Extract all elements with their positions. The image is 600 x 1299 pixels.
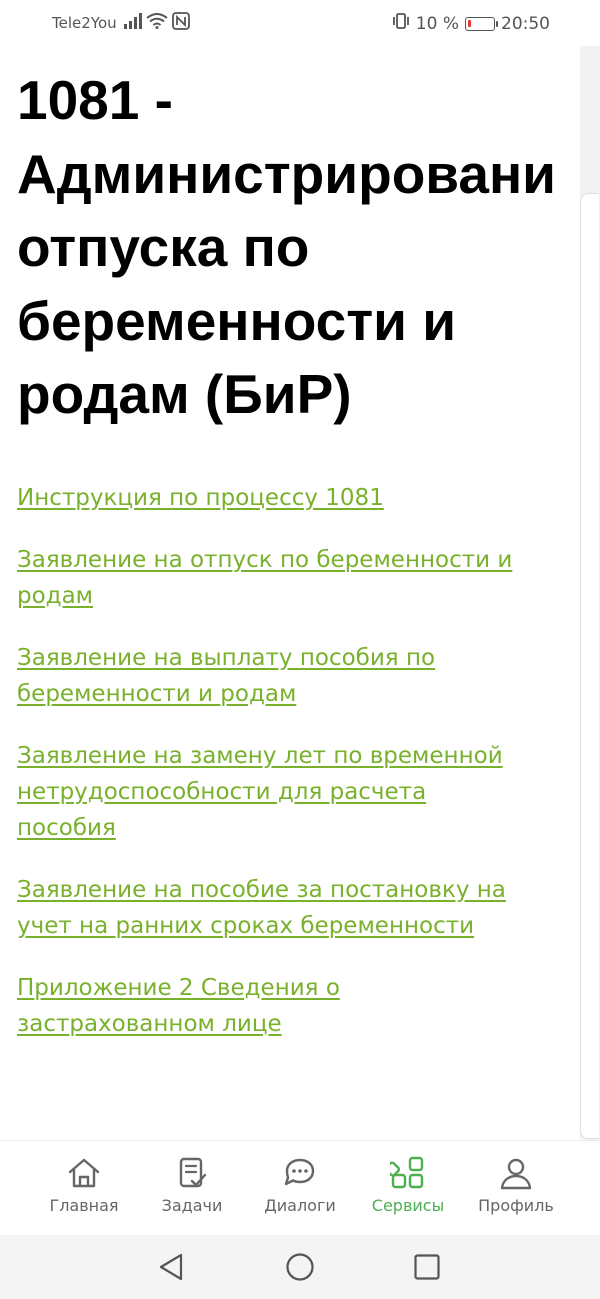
- profile-icon: [498, 1156, 534, 1190]
- battery-icon: [465, 16, 498, 31]
- link-benefit-payment-application[interactable]: Заявление на выплату пособия по беременн…: [17, 640, 567, 712]
- bottom-navigation: Главная Задачи Диалоги Сервисы Профиль: [0, 1140, 600, 1235]
- home-icon: [66, 1156, 102, 1190]
- nav-tasks-label: Задачи: [161, 1196, 223, 1215]
- home-circle-icon[interactable]: [285, 1252, 315, 1286]
- tasks-icon: [174, 1156, 210, 1190]
- status-icons-left: [124, 12, 190, 35]
- link-early-registration-benefit[interactable]: Заявление на пособие за постановку на уч…: [17, 872, 567, 944]
- link-instruction-1081[interactable]: Инструкция по процессу 1081: [17, 480, 567, 516]
- nav-profile[interactable]: Профиль: [466, 1141, 566, 1235]
- system-navigation-bar: [0, 1235, 600, 1299]
- status-bar: Tele2You 10 % 20:50: [0, 0, 600, 46]
- nav-profile-label: Профиль: [478, 1196, 554, 1215]
- battery-percent: 10 %: [415, 13, 459, 34]
- link-leave-application[interactable]: Заявление на отпуск по беременности и ро…: [17, 542, 567, 614]
- nav-dialogs[interactable]: Диалоги: [250, 1141, 350, 1235]
- wifi-icon: [146, 13, 168, 34]
- nav-services-label: Сервисы: [371, 1196, 445, 1215]
- link-years-replacement-application[interactable]: Заявление на замену лет по временной нет…: [17, 738, 567, 846]
- clock: 20:50: [501, 13, 550, 34]
- vibrate-icon: [392, 12, 410, 35]
- nav-tasks[interactable]: Задачи: [142, 1141, 242, 1235]
- nav-home[interactable]: Главная: [34, 1141, 134, 1235]
- nfc-icon: [172, 12, 190, 35]
- chat-icon: [281, 1156, 319, 1190]
- recent-apps-icon[interactable]: [413, 1252, 441, 1286]
- document-links: Инструкция по процессу 1081 Заявление на…: [17, 480, 583, 1042]
- nav-home-label: Главная: [49, 1196, 119, 1215]
- link-appendix-2-insured-info[interactable]: Приложение 2 Сведения о застрахованном л…: [17, 970, 567, 1042]
- carrier-name: Tele2You: [52, 14, 117, 32]
- screen: Tele2You 10 % 20:50 1081 - Администриров…: [0, 0, 600, 1299]
- nav-services[interactable]: Сервисы: [358, 1141, 458, 1235]
- services-icon: [390, 1156, 426, 1190]
- page-title: 1081 - Администрировани отпуска по берем…: [17, 69, 556, 425]
- status-icons-right: 10 % 20:50: [392, 12, 550, 35]
- nav-dialogs-label: Диалоги: [264, 1196, 336, 1215]
- main-content: 1081 - Администрировани отпуска по берем…: [17, 64, 583, 1042]
- signal-icon: [124, 13, 142, 34]
- back-icon[interactable]: [157, 1252, 185, 1286]
